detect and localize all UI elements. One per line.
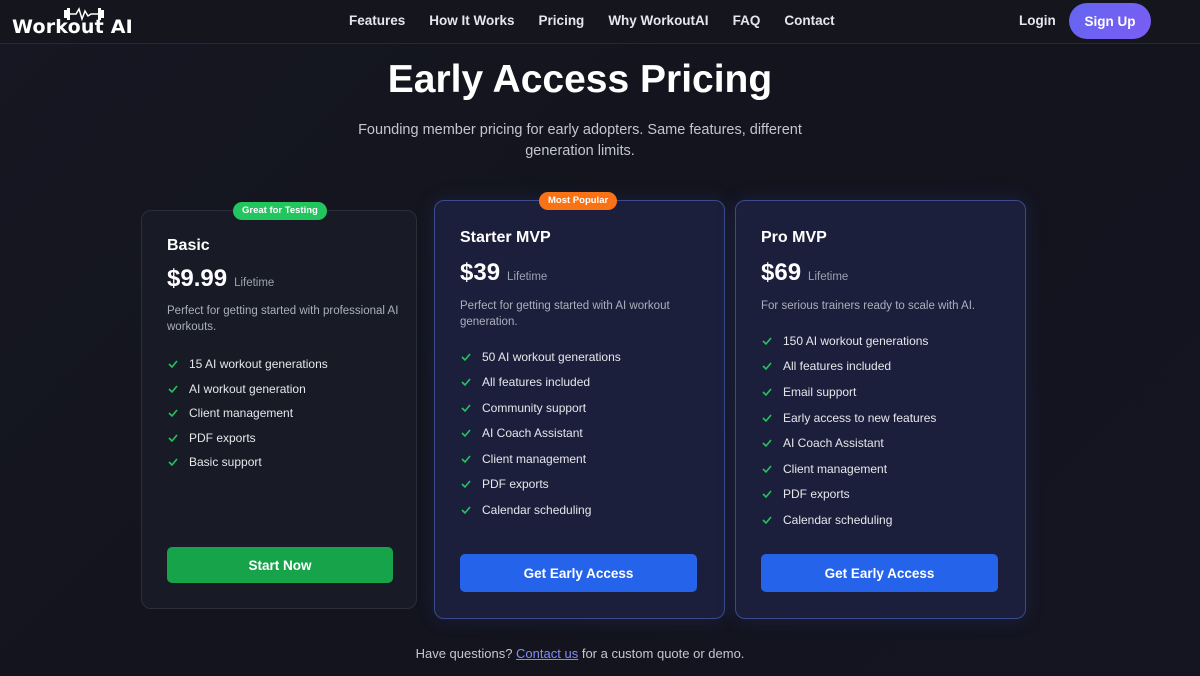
feature-item: Client management: [167, 401, 328, 426]
plan-price: $39: [460, 259, 501, 286]
nav-how-it-works[interactable]: How It Works: [429, 13, 514, 28]
feature-item: All features included: [761, 354, 936, 380]
plan-name: Pro MVP: [761, 229, 827, 246]
get-early-access-button-starter[interactable]: Get Early Access: [460, 554, 697, 592]
feature-item: All features included: [460, 370, 621, 396]
plan-period: Lifetime: [234, 277, 275, 289]
check-icon: [168, 458, 178, 467]
nav-pricing[interactable]: Pricing: [539, 13, 585, 28]
check-icon: [762, 516, 772, 525]
nav-why-workoutai[interactable]: Why WorkoutAI: [608, 13, 708, 28]
start-now-button[interactable]: Start Now: [167, 547, 393, 583]
footer-note: Have questions? Contact us for a custom …: [0, 646, 1160, 661]
check-icon: [762, 362, 772, 371]
feature-item: Client management: [460, 446, 621, 472]
plan-name: Starter MVP: [460, 229, 551, 246]
feature-item: Early access to new features: [761, 405, 936, 431]
plan-price: $9.99: [167, 265, 228, 292]
feature-item: PDF exports: [761, 482, 936, 508]
footer-suffix: for a custom quote or demo.: [581, 646, 745, 661]
login-link[interactable]: Login: [1019, 13, 1056, 28]
feature-item: Email support: [761, 379, 936, 405]
plan-price: $69: [761, 259, 802, 286]
check-icon: [168, 409, 178, 418]
plan-name: Basic: [167, 237, 210, 254]
plan-period: Lifetime: [507, 271, 548, 283]
get-early-access-button-pro[interactable]: Get Early Access: [761, 554, 998, 592]
feature-item: PDF exports: [460, 472, 621, 498]
feature-item: Community support: [460, 395, 621, 421]
check-icon: [461, 480, 471, 489]
plan-period: Lifetime: [808, 271, 849, 283]
check-icon: [461, 455, 471, 463]
feature-item: Calendar scheduling: [761, 507, 936, 533]
price-row: $39 Lifetime: [460, 259, 547, 287]
check-icon: [168, 434, 178, 442]
contact-us-link[interactable]: Contact us: [516, 646, 578, 661]
feature-item: 50 AI workout generations: [460, 344, 621, 370]
nav-features[interactable]: Features: [349, 13, 405, 28]
feature-list: 15 AI workout generations AI workout gen…: [167, 352, 328, 475]
feature-item: PDF exports: [167, 426, 328, 451]
check-icon: [762, 465, 772, 473]
plan-description: Perfect for getting started with AI work…: [460, 300, 670, 328]
price-row: $69 Lifetime: [761, 259, 848, 287]
check-icon: [762, 414, 772, 422]
pricing-card-pro: Pro MVP $69 Lifetime For serious trainer…: [735, 200, 1026, 619]
plan-description: Perfect for getting started with profess…: [167, 305, 399, 333]
plan-description: For serious trainers ready to scale with…: [761, 300, 976, 312]
check-icon: [461, 353, 471, 361]
price-row: $9.99 Lifetime: [167, 265, 274, 293]
logo[interactable]: Workout AI: [12, 6, 133, 38]
feature-list: 50 AI workout generations All features i…: [460, 344, 621, 523]
feature-item: 15 AI workout generations: [167, 352, 328, 377]
nav-contact[interactable]: Contact: [784, 13, 834, 28]
feature-item: AI Coach Assistant: [460, 421, 621, 447]
check-icon: [461, 506, 471, 514]
nav-faq[interactable]: FAQ: [733, 13, 761, 28]
pricing-card-starter: Most Popular Starter MVP $39 Lifetime Pe…: [434, 192, 725, 619]
feature-item: AI workout generation: [167, 377, 328, 402]
check-icon: [762, 439, 772, 448]
check-icon: [168, 385, 178, 393]
check-icon: [461, 378, 471, 387]
footer-prefix: Have questions?: [415, 646, 513, 661]
feature-item: Client management: [761, 456, 936, 482]
badge-most-popular: Most Popular: [539, 192, 618, 210]
logo-text: Workout AI: [12, 16, 133, 38]
page-title: Early Access Pricing: [387, 58, 773, 101]
pricing-card-basic: Great for Testing Basic $9.99 Lifetime P…: [141, 202, 417, 609]
check-icon: [461, 429, 471, 438]
feature-list: 150 AI workout generations All features …: [761, 328, 936, 533]
check-icon: [762, 337, 772, 345]
check-icon: [762, 490, 772, 499]
top-navbar: Workout AI Features How It Works Pricing…: [0, 0, 1200, 44]
feature-item: AI Coach Assistant: [761, 430, 936, 456]
feature-item: Basic support: [167, 450, 328, 475]
check-icon: [168, 360, 178, 369]
check-icon: [461, 404, 471, 412]
check-icon: [762, 388, 772, 397]
main-nav: Features How It Works Pricing Why Workou…: [349, 13, 859, 28]
feature-item: Calendar scheduling: [460, 497, 621, 523]
feature-item: 150 AI workout generations: [761, 328, 936, 354]
signup-button[interactable]: Sign Up: [1069, 3, 1151, 39]
page-subtitle: Founding member pricing for early adopte…: [358, 122, 802, 159]
badge-great-for-testing: Great for Testing: [233, 202, 327, 220]
